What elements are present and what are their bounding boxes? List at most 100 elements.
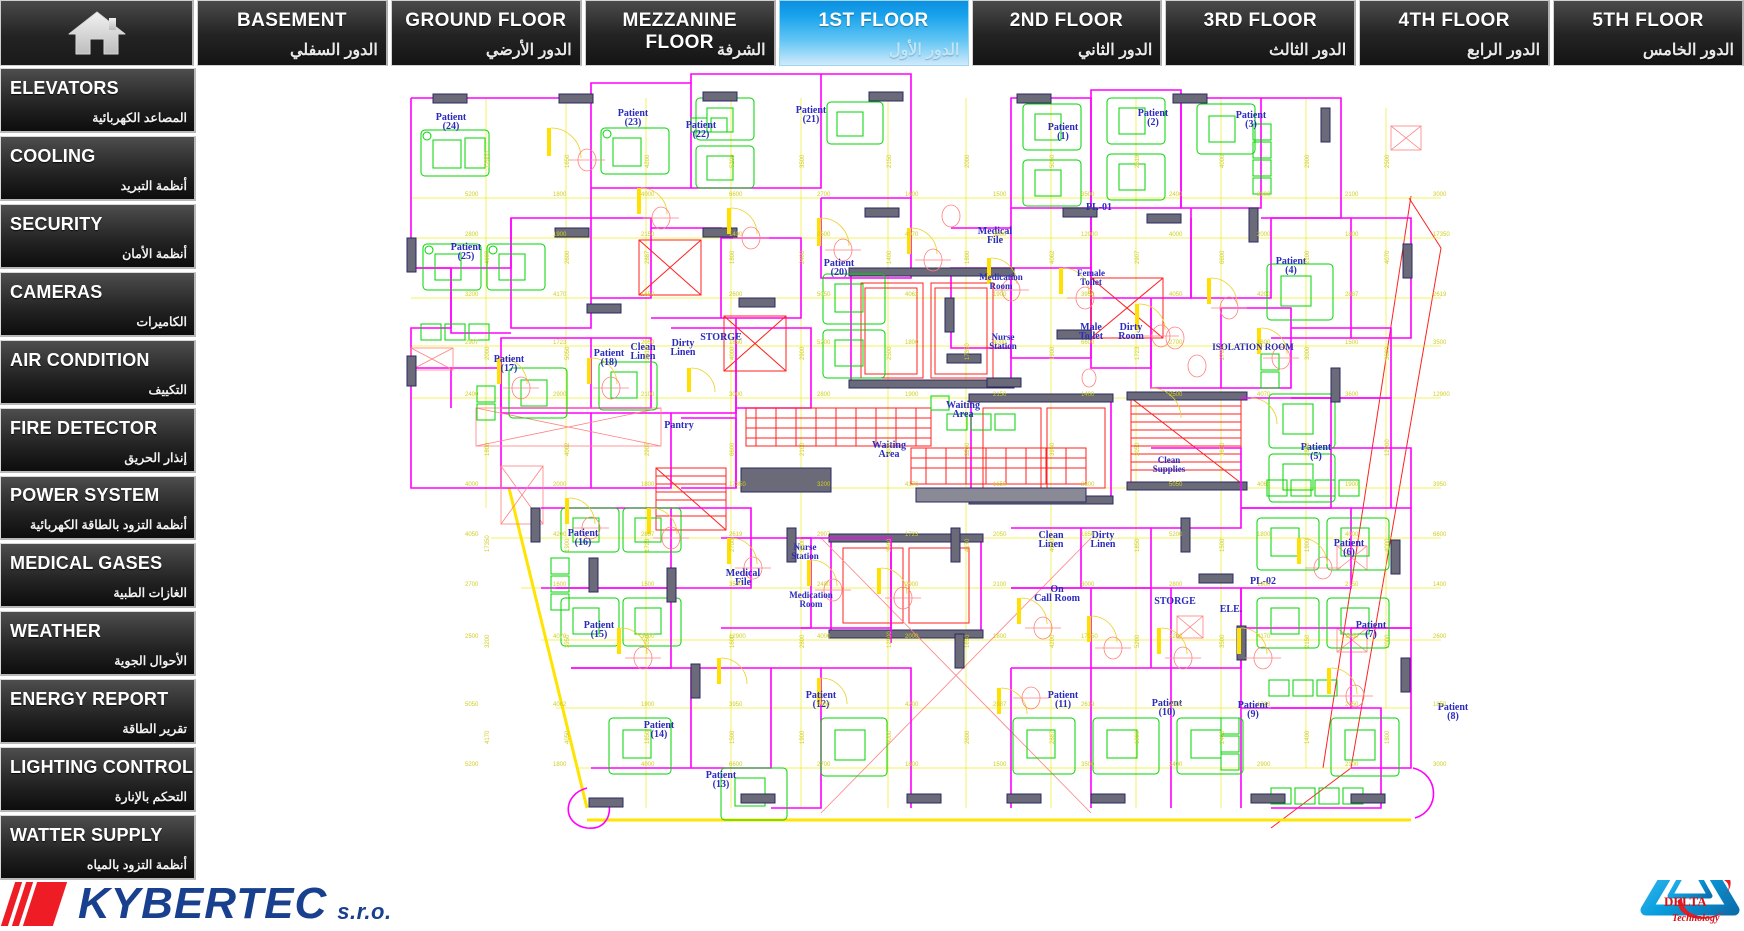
dimension-text: 4170 xyxy=(965,538,971,552)
dimension-text: 1650 xyxy=(993,482,1007,488)
floorplan-canvas[interactable]: Patient (24) Patient (23) Patient (22) Patient… xyxy=(198,68,1744,880)
sidebar-item-energy-report[interactable]: ENERGY REPORT تقرير الطاقة xyxy=(0,679,196,745)
home-icon xyxy=(66,8,128,58)
dimension-text: 2900 xyxy=(1257,762,1271,768)
dimension-text: 2050 xyxy=(993,532,1007,538)
dimension-text: 2900 xyxy=(1305,154,1311,168)
dimension-text: 1800 xyxy=(553,192,567,198)
dimension-text: 2907 xyxy=(645,442,651,456)
dimension-text: 6600 xyxy=(729,762,743,768)
floor-tab-ground-floor[interactable]: GROUND FLOOR الدور الأرضي xyxy=(390,0,582,66)
dimension-text: 2619 xyxy=(1433,292,1447,298)
floor-tab-label-ar: الدور الثاني xyxy=(1077,42,1153,59)
dimension-text: 3500 xyxy=(1081,192,1095,198)
dimension-text: 2600 xyxy=(965,730,971,744)
dimension-text: 1650 xyxy=(641,292,655,298)
sidebar-item-label-en: LIGHTING CONTROL xyxy=(10,757,194,778)
dimension-text: 4000 xyxy=(993,340,1007,346)
room-label: Patient (10) xyxy=(1152,698,1183,718)
room-label: Patient (18) xyxy=(594,348,625,368)
application-root: BASEMENT الدور السفلي GROUND FLOOR الدور ال… xyxy=(0,0,1744,931)
sidebar-item-label-en: COOLING xyxy=(10,145,96,166)
room-label: Patient (16) xyxy=(568,528,599,548)
dimension-text: 2619 xyxy=(645,346,651,360)
dimension-text: 1500 xyxy=(993,192,1007,198)
sidebar-item-label-en: CAMERAS xyxy=(10,281,103,302)
sidebar-item-weather[interactable]: WEATHER الأحوال الجوية xyxy=(0,611,196,677)
dimension-text: 2050 xyxy=(1135,442,1141,456)
dimension-text: 3000 xyxy=(1305,346,1311,360)
dimension-text: 4050 xyxy=(1169,292,1183,298)
dimension-text: 1400 xyxy=(1081,392,1095,398)
dimension-text: 1800 xyxy=(1257,532,1271,538)
dimension-text: 3500 xyxy=(1433,340,1447,346)
sidebar-item-cameras[interactable]: CAMERAS الكاميرات xyxy=(0,271,196,337)
central-void xyxy=(820,537,1092,814)
floor-tab-1st-floor[interactable]: 1ST FLOOR الدور الأول xyxy=(778,0,969,66)
room-label: Clean Supplies xyxy=(1153,455,1186,474)
floorplan-drawing[interactable]: Patient (24)Patient (23) Patient (22)Patient… xyxy=(198,68,1744,880)
dimension-text: 1600 xyxy=(1220,442,1226,456)
dimension-text: 2800 xyxy=(1305,442,1311,456)
dimension-text: 3200 xyxy=(485,634,491,648)
dimension-text: 2050 xyxy=(645,634,651,648)
room-label: Patient (21) xyxy=(796,105,827,125)
floor-tab-4th-floor[interactable]: 4TH FLOOR الدور الرابع xyxy=(1359,0,1551,66)
sidebar-item-cooling[interactable]: COOLING أنظمة التبريد xyxy=(0,135,196,201)
kybertec-suffix: s.r.o. xyxy=(337,899,392,924)
sidebar-item-fire-detector[interactable]: FIRE DETECTOR إنذار الحريق xyxy=(0,407,196,473)
dimension-text: 4000 xyxy=(485,250,491,264)
sidebar-item-watter-supply[interactable]: WATTER SUPPLY أنظمة التزود بالمياه xyxy=(0,815,196,881)
dimension-text: 2907 xyxy=(465,340,479,346)
sidebar-item-air-condition[interactable]: AIR CONDITION التكييف xyxy=(0,339,196,405)
dimension-text: 1400 xyxy=(729,232,743,238)
stair-run-2 xyxy=(655,467,727,531)
dimension-text: 17350 xyxy=(965,343,971,360)
floor-tab-mezzanine-floor[interactable]: MEZZANINE FLOOR الشرفة xyxy=(584,0,776,66)
floor-tab-basement[interactable]: BASEMENT الدور السفلي xyxy=(197,0,388,66)
dimension-text: 1800 xyxy=(965,250,971,264)
room-label: Dirty Linen xyxy=(670,338,695,358)
room-label: Patient (24) xyxy=(436,112,467,132)
dimension-text: 5050 xyxy=(465,702,479,708)
room-label: Pantry xyxy=(664,420,693,431)
dimension-text: 2050 xyxy=(1345,702,1359,708)
dimension-text: 5050 xyxy=(565,346,571,360)
dimension-text: 1600 xyxy=(730,634,736,648)
dimension-text: 2907 xyxy=(1169,702,1183,708)
sidebar-item-elevators[interactable]: ELEVATORS المصاعد الكهربائية xyxy=(0,68,196,133)
dimension-text: 1800 xyxy=(641,482,655,488)
dimension-text: 2619 xyxy=(729,532,743,538)
dimension-text: 1400 xyxy=(887,250,893,264)
dimension-text: 2500 xyxy=(1385,154,1391,168)
home-button[interactable] xyxy=(0,0,194,66)
floor-tab-5th-floor[interactable]: 5TH FLOOR الدور الخامس xyxy=(1553,0,1744,66)
sidebar-item-label-ar: الكاميرات xyxy=(136,314,187,329)
floor-tab-2nd-floor[interactable]: 2ND FLOOR الدور الثاني xyxy=(971,0,1163,66)
sidebar-item-label-en: WATTER SUPPLY xyxy=(10,825,163,846)
dimension-text: 1800 xyxy=(553,762,567,768)
dimension-text: 17350 xyxy=(729,482,746,488)
floor-tab-label-ar: الشرفة xyxy=(716,42,766,59)
dimension-text: 1650 xyxy=(565,154,571,168)
dimension-text: 1900 xyxy=(565,538,571,552)
room-label: Patient (3) xyxy=(1236,110,1267,130)
sidebar-item-security[interactable]: SECURITY أنظمة الأمان xyxy=(0,203,196,269)
sidebar-item-medical-gases[interactable]: MEDICAL GASES الغازات الطبية xyxy=(0,543,196,609)
floor-tab-label-en: 5TH FLOOR xyxy=(1592,10,1704,31)
dimension-text: 4000 xyxy=(465,482,479,488)
floor-tab-label-ar: الدور الخامس xyxy=(1642,42,1734,59)
dimension-text: 2700 xyxy=(465,582,479,588)
floor-tab-label-en: GROUND FLOOR xyxy=(405,10,567,31)
dimension-text: 12900 xyxy=(485,151,491,168)
dimension-text: 3600 xyxy=(993,232,1007,238)
dimension-text: 5200 xyxy=(1169,532,1183,538)
dimension-text: 3200 xyxy=(465,292,479,298)
sidebar-item-label-ar: أنظمة الأمان xyxy=(122,246,187,261)
floor-tab-3rd-floor[interactable]: 3RD FLOOR الدور الثالث xyxy=(1165,0,1357,66)
sidebar-item-lighting-control[interactable]: LIGHTING CONTROL التحكم بالإنارة xyxy=(0,747,196,813)
sidebar-item-power-system[interactable]: POWER SYSTEM أنظمة التزود بالطاقة الكهربا… xyxy=(0,475,196,541)
door-swings xyxy=(500,127,1358,715)
dimension-text: 4000 xyxy=(641,762,655,768)
dimension-text: 4200 xyxy=(1257,292,1271,298)
